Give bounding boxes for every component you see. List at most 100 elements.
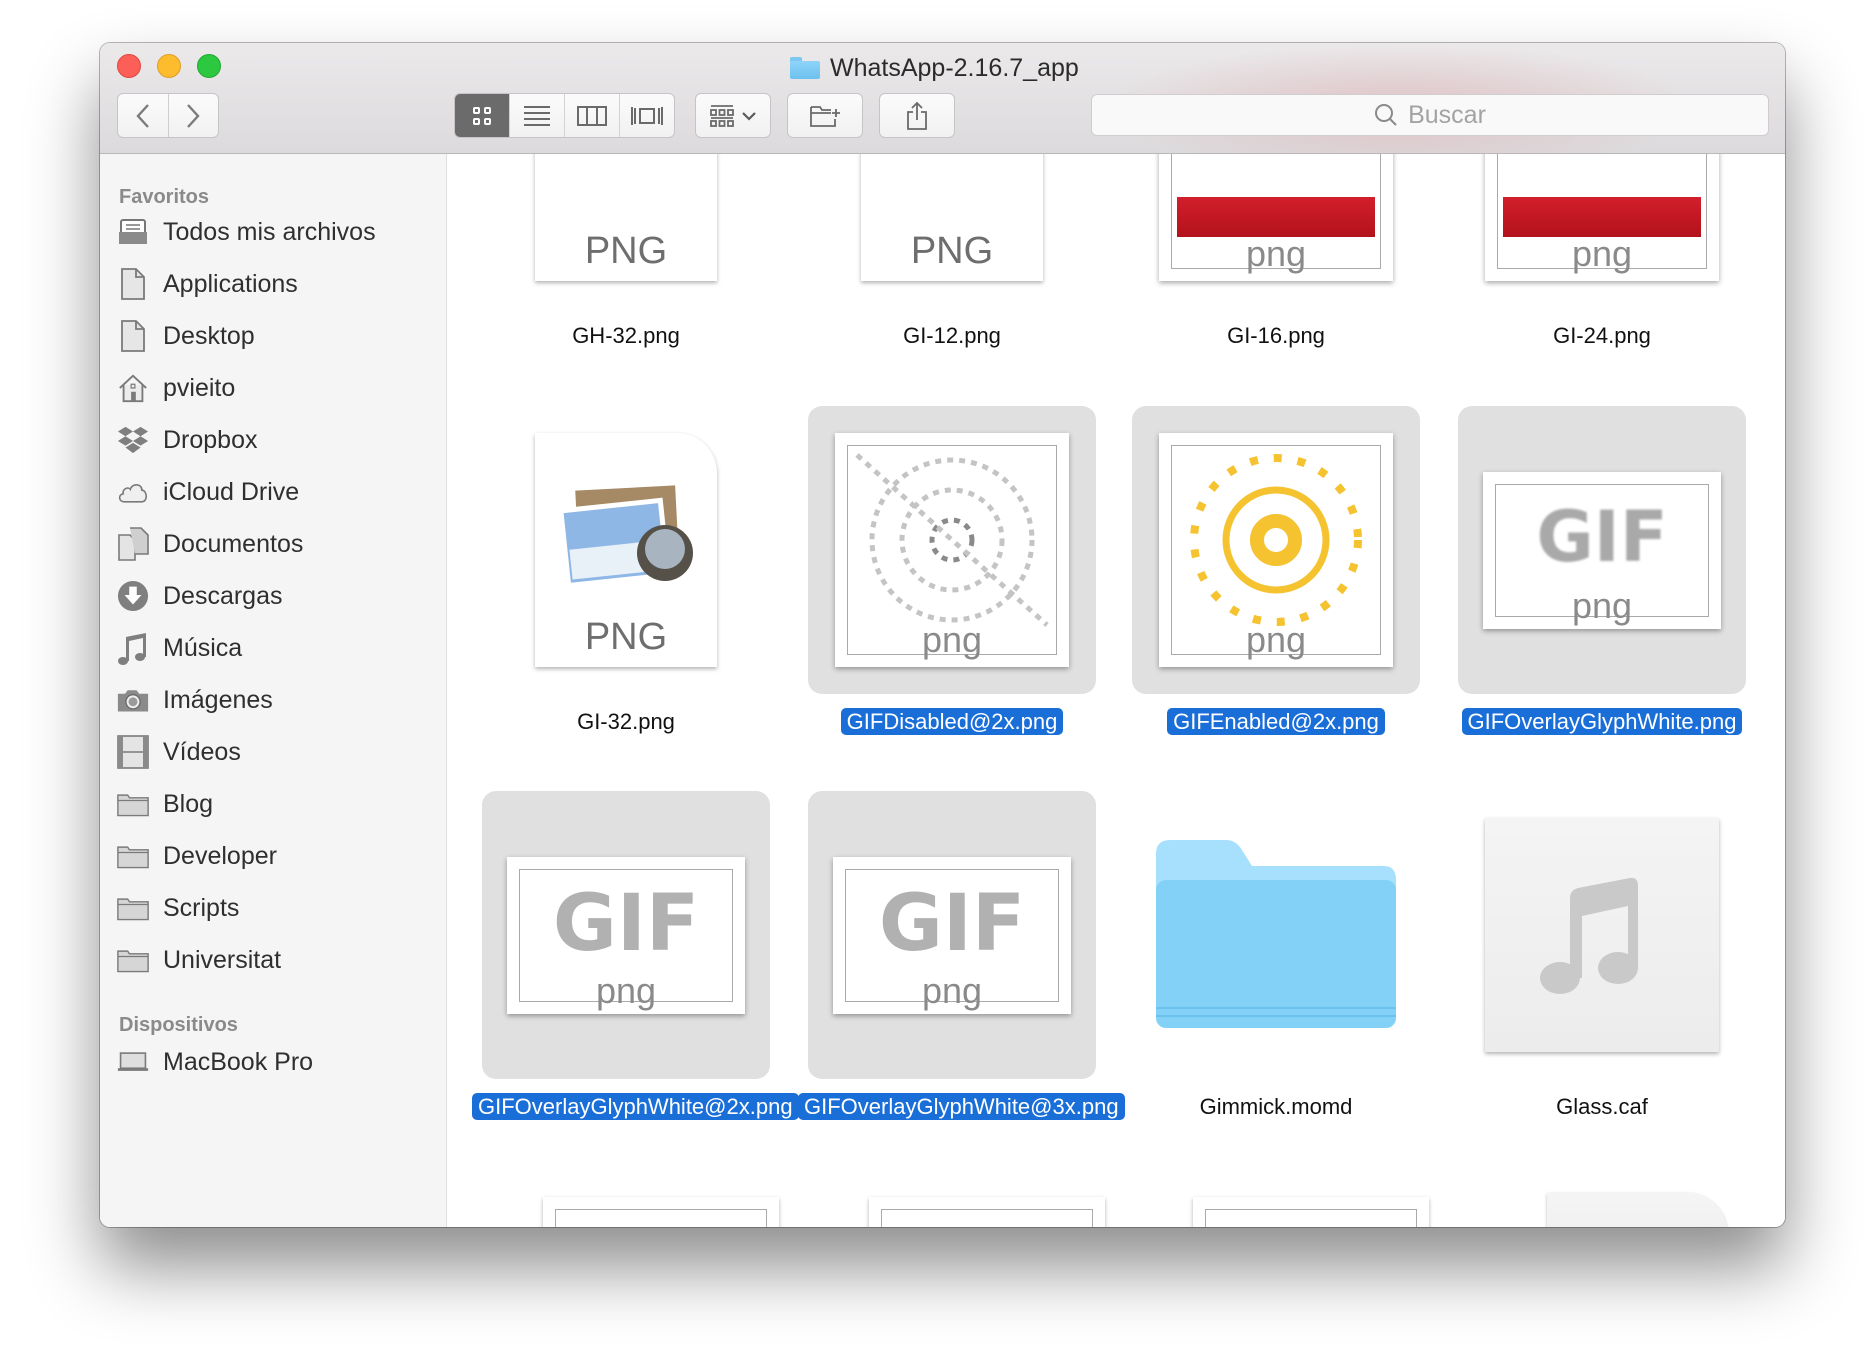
- thumb-frame: [1205, 1209, 1417, 1227]
- finder-window: WhatsApp-2.16.7_app Buscar Favoritos Tod…: [100, 43, 1785, 1227]
- sidebar-item-videos[interactable]: Vídeos: [117, 732, 241, 772]
- png-preview-file-icon: PNG: [535, 433, 717, 667]
- sidebar-item-blog[interactable]: Blog: [117, 784, 213, 824]
- partial-ribbon-thumbnail[interactable]: [543, 1197, 779, 1227]
- arrange-button[interactable]: [695, 93, 771, 138]
- file-ext-label: PNG: [910, 230, 994, 272]
- partial-ribbon-thumbnail[interactable]: [1193, 1197, 1429, 1227]
- documents-icon: [117, 527, 149, 561]
- search-field[interactable]: Buscar: [1091, 94, 1769, 136]
- sidebar-item-downloads[interactable]: Descargas: [117, 576, 283, 616]
- file-name: GI-12.png: [798, 320, 1106, 352]
- file-name: Gimmick.momd: [1122, 1091, 1430, 1123]
- toolbar: WhatsApp-2.16.7_app Buscar: [100, 43, 1785, 154]
- file-ext-label: png: [1245, 233, 1307, 274]
- gif-overlay-thumbnail: GIF png: [1483, 471, 1721, 629]
- minimize-button[interactable]: [157, 54, 181, 78]
- file-ext-label: png: [921, 969, 983, 1011]
- all-files-icon: [117, 216, 149, 248]
- sidebar-item-label: iCloud Drive: [163, 477, 300, 506]
- nav-buttons: [117, 93, 219, 138]
- file-ext-label: png: [921, 619, 983, 660]
- column-view-button[interactable]: [564, 94, 619, 137]
- sidebar-item-desktop[interactable]: Desktop: [117, 316, 255, 356]
- sidebar-item-dropbox[interactable]: Dropbox: [117, 420, 258, 460]
- file-name-text: GI-24.png: [1553, 323, 1651, 348]
- sidebar-item-universitat[interactable]: Universitat: [117, 940, 281, 980]
- film-icon: [117, 735, 149, 769]
- cover-flow-view-button[interactable]: [619, 94, 674, 137]
- list-icon: [524, 105, 550, 126]
- file-name: GIFEnabled@2x.png: [1122, 706, 1430, 738]
- new-folder-icon: [810, 105, 840, 127]
- file-ext-label: png: [1245, 619, 1307, 660]
- file-icon-wrap: GIF png: [808, 791, 1096, 1079]
- forward-button[interactable]: [167, 94, 219, 137]
- dropbox-icon: [117, 424, 149, 456]
- file-name-text: GIFOverlayGlyphWhite.png: [1461, 708, 1743, 735]
- partial-ribbon-thumbnail[interactable]: [869, 1197, 1105, 1227]
- document-icon: [117, 268, 149, 300]
- sidebar-item-macbook-pro[interactable]: MacBook Pro: [117, 1042, 313, 1082]
- list-view-button[interactable]: [509, 94, 564, 137]
- arrange-grid-icon: [710, 104, 734, 127]
- sidebar-item-applications[interactable]: Applications: [117, 264, 298, 304]
- new-folder-button[interactable]: [787, 93, 863, 138]
- file-icon-wrap: png: [1458, 154, 1746, 308]
- file-icon-wrap: png: [1132, 406, 1420, 694]
- sidebar-item-label: Dropbox: [163, 425, 258, 454]
- file-name-text: GI-16.png: [1227, 323, 1325, 348]
- back-button[interactable]: [118, 94, 168, 137]
- sidebar-item-label: pvieito: [163, 373, 236, 402]
- sidebar-item-home[interactable]: pvieito: [117, 368, 235, 408]
- share-icon: [907, 101, 927, 130]
- home-icon: [117, 372, 149, 404]
- thumb-frame: [555, 1209, 767, 1227]
- share-button[interactable]: [879, 93, 955, 138]
- file-name: GIFDisabled@2x.png: [798, 706, 1106, 738]
- zoom-button[interactable]: [197, 54, 221, 78]
- sidebar-item-all-files[interactable]: Todos mis archivos: [117, 212, 376, 252]
- file-icon-wrap: PNG: [808, 154, 1096, 308]
- file-ext-label: png: [1571, 584, 1633, 626]
- coverflow-icon: [631, 106, 663, 125]
- folder-icon: [117, 840, 149, 872]
- gif-glyph-text: GIF: [878, 878, 1026, 969]
- file-name: GI-24.png: [1448, 320, 1756, 352]
- file-name: GIFOverlayGlyphWhite@2x.png: [472, 1091, 799, 1123]
- partial-png-file-icon[interactable]: [1547, 1193, 1727, 1227]
- cloud-icon: [117, 476, 149, 508]
- sidebar-item-developer[interactable]: Developer: [117, 836, 277, 876]
- file-ext-label: png: [1571, 233, 1633, 274]
- laptop-icon: [117, 1046, 149, 1078]
- sidebar-item-label: Vídeos: [163, 737, 241, 766]
- file-name: GH-32.png: [472, 320, 780, 352]
- music-note-icon: [1540, 878, 1638, 994]
- ribbon-thumbnail: png: [1159, 154, 1393, 281]
- png-file-icon: PNG: [535, 154, 717, 281]
- folder-icon: [790, 57, 820, 79]
- chevron-left-icon: [136, 103, 149, 128]
- file-name-text: Gimmick.momd: [1199, 1094, 1353, 1119]
- file-name-text: Glass.caf: [1556, 1094, 1648, 1119]
- sidebar-item-pictures[interactable]: Imágenes: [117, 680, 273, 720]
- chevron-down-icon: [742, 111, 756, 121]
- sidebar-item-icloud[interactable]: iCloud Drive: [117, 472, 299, 512]
- gif-enabled-thumbnail: png: [1159, 433, 1393, 667]
- file-name-text: GI-12.png: [903, 323, 1001, 348]
- icon-view-button[interactable]: [455, 94, 509, 137]
- chevron-right-icon: [187, 103, 200, 128]
- file-icon-wrap: PNG: [482, 154, 770, 308]
- file-name: GI-16.png: [1122, 320, 1430, 352]
- file-icon-wrap: PNG: [482, 406, 770, 694]
- grid-icon: [473, 106, 491, 125]
- file-name-text: GI-32.png: [577, 709, 675, 734]
- close-button[interactable]: [117, 54, 141, 78]
- download-icon: [117, 580, 149, 612]
- file-icon-wrap: GIF png: [482, 791, 770, 1079]
- gif-glyph-text: GIF: [1536, 495, 1668, 578]
- sidebar-item-music[interactable]: Música: [117, 628, 242, 668]
- sidebar-item-scripts[interactable]: Scripts: [117, 888, 239, 928]
- sidebar-item-documents[interactable]: Documentos: [117, 524, 303, 564]
- file-grid: PNG GH-32.png PNG GI-12.png png GI-16.pn…: [447, 154, 1785, 1227]
